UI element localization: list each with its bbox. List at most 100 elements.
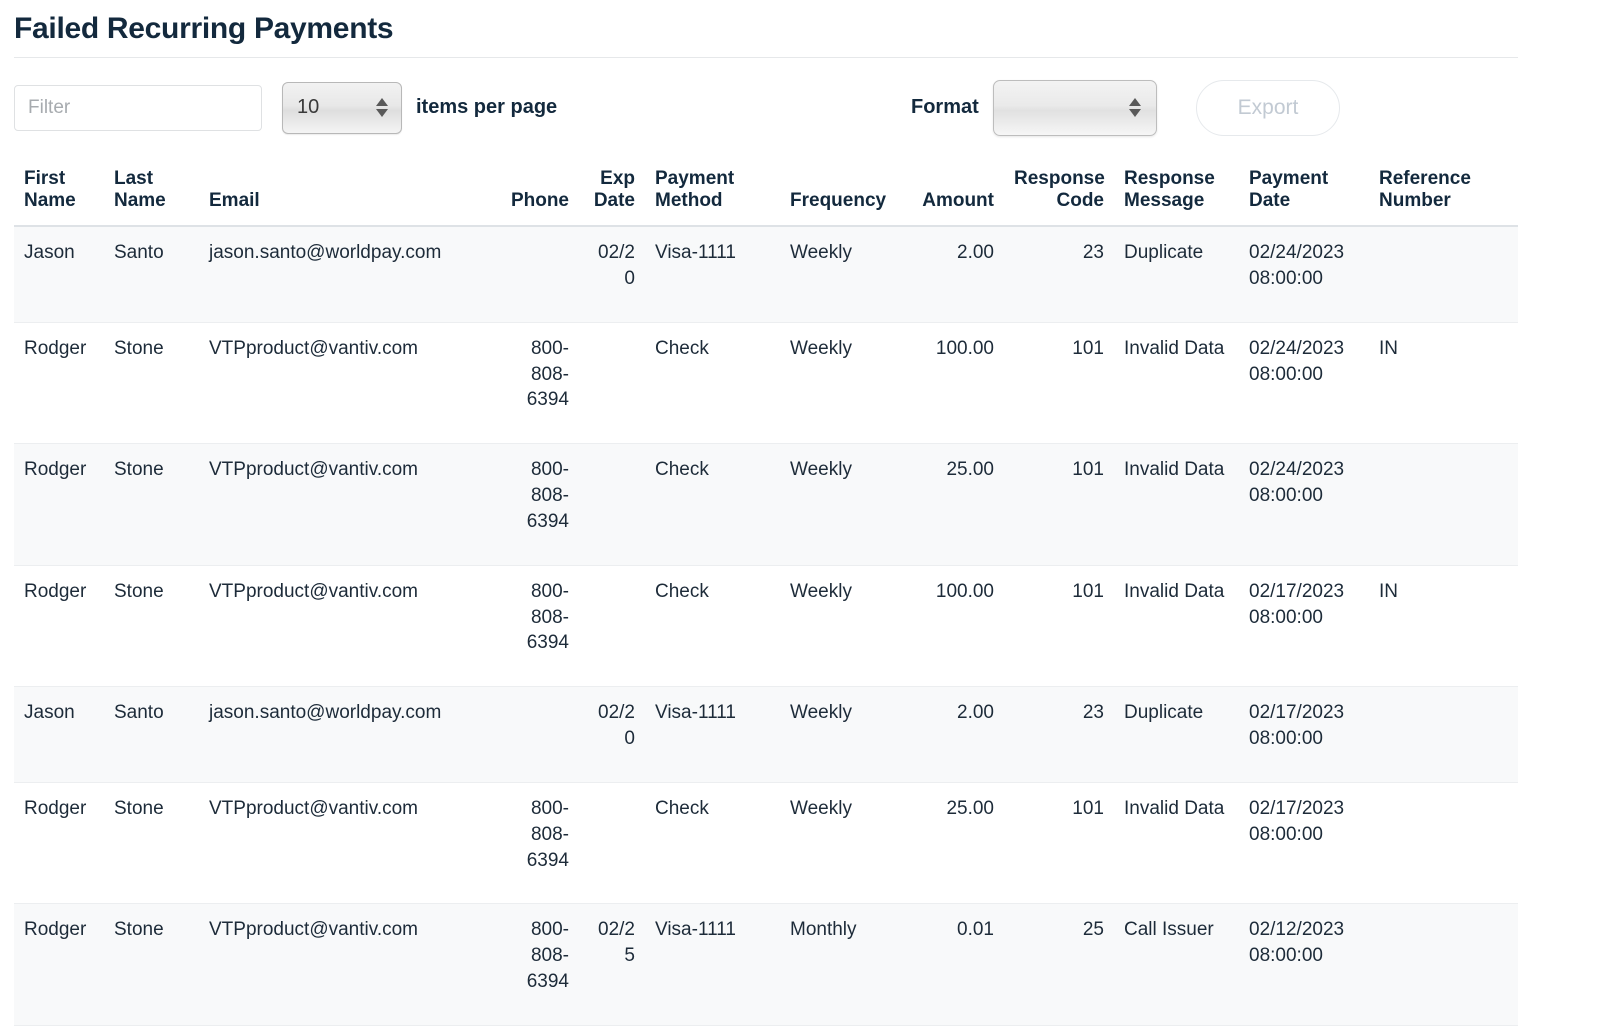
page-container: Failed Recurring Payments items per page… — [0, 0, 1600, 1026]
format-select[interactable] — [992, 79, 1157, 136]
cell-email: VTPproduct@vantiv.com — [199, 903, 484, 1026]
cell-payment_method: Visa-1111 — [645, 226, 780, 323]
cell-reference_number: IN — [1369, 565, 1518, 688]
cell-exp_date — [579, 443, 645, 566]
cell-phone: 800-808-6394 — [484, 565, 579, 688]
filter-input[interactable] — [14, 84, 262, 131]
column-header-last_name[interactable]: Last Name — [104, 157, 199, 228]
cell-reference_number — [1369, 443, 1518, 566]
table-body: Jason Santo jason.santo@worldpay.com 02/20 V… — [14, 226, 1518, 1026]
cell-frequency: Weekly — [780, 322, 900, 445]
column-header-reference_number[interactable]: Reference Number — [1369, 157, 1518, 228]
cell-reference_number — [1369, 903, 1518, 1026]
cell-payment_method: Check — [645, 443, 780, 566]
cell-response_message: Duplicate — [1114, 226, 1239, 323]
cell-exp_date — [579, 322, 645, 445]
column-header-phone[interactable]: Phone — [484, 157, 579, 228]
cell-response_message: Invalid Data — [1114, 782, 1239, 905]
export-button[interactable]: Export — [1196, 79, 1340, 136]
cell-reference_number — [1369, 686, 1518, 783]
cell-exp_date: 02/20 — [579, 686, 645, 783]
cell-frequency: Weekly — [780, 782, 900, 905]
table-row[interactable]: Rodger Stone VTPproduct@vantiv.com 800-808-… — [14, 322, 1518, 445]
cell-exp_date: 02/25 — [579, 903, 645, 1026]
format-select-wrapper[interactable] — [992, 79, 1157, 136]
cell-payment_date: 02/24/2023 08:00:00 — [1239, 322, 1369, 445]
failed-payments-table: First Name Last Name Email Phone Exp Date Pay… — [14, 157, 1518, 1026]
cell-phone: 800-808-6394 — [484, 903, 579, 1026]
table-header: First Name Last Name Email Phone Exp Date Pay… — [14, 157, 1518, 228]
cell-exp_date: 02/20 — [579, 226, 645, 323]
column-header-payment_date[interactable]: Payment Date — [1239, 157, 1369, 228]
cell-exp_date — [579, 565, 645, 688]
cell-amount: 2.00 — [900, 686, 1004, 783]
cell-last_name: Stone — [104, 903, 199, 1026]
table-row[interactable]: Rodger Stone VTPproduct@vantiv.com 800-808-… — [14, 443, 1518, 566]
column-header-response_message[interactable]: Response Message — [1114, 157, 1239, 228]
cell-frequency: Weekly — [780, 565, 900, 688]
cell-response_message: Duplicate — [1114, 686, 1239, 783]
column-header-first_name[interactable]: First Name — [14, 157, 104, 228]
cell-phone: 800-808-6394 — [484, 782, 579, 905]
page-title: Failed Recurring Payments — [14, 12, 394, 45]
cell-amount: 25.00 — [900, 443, 1004, 566]
column-header-exp_date[interactable]: Exp Date — [579, 157, 645, 228]
table-row[interactable]: Jason Santo jason.santo@worldpay.com 02/20 V… — [14, 686, 1518, 783]
table-row[interactable]: Jason Santo jason.santo@worldpay.com 02/20 V… — [14, 226, 1518, 323]
items-per-page-stepper[interactable] — [282, 81, 402, 134]
cell-last_name: Stone — [104, 565, 199, 688]
cell-response_message: Invalid Data — [1114, 565, 1239, 688]
cell-exp_date — [579, 782, 645, 905]
cell-payment_date: 02/17/2023 08:00:00 — [1239, 565, 1369, 688]
cell-payment_method: Visa-1111 — [645, 686, 780, 783]
cell-payment_method: Check — [645, 782, 780, 905]
cell-frequency: Weekly — [780, 686, 900, 783]
items-per-page-input[interactable] — [282, 81, 402, 134]
cell-response_message: Invalid Data — [1114, 322, 1239, 445]
cell-email: jason.santo@worldpay.com — [199, 686, 484, 783]
cell-phone: 800-808-6394 — [484, 322, 579, 445]
cell-first_name: Jason — [14, 226, 104, 323]
cell-response_code: 101 — [1004, 322, 1114, 445]
column-header-response_code[interactable]: Response Code — [1004, 157, 1114, 228]
cell-last_name: Stone — [104, 443, 199, 566]
cell-amount: 2.00 — [900, 226, 1004, 323]
table-row[interactable]: Rodger Stone VTPproduct@vantiv.com 800-808-… — [14, 565, 1518, 688]
cell-payment_method: Check — [645, 565, 780, 688]
cell-response_code: 23 — [1004, 686, 1114, 783]
cell-response_code: 101 — [1004, 782, 1114, 905]
cell-first_name: Rodger — [14, 443, 104, 566]
column-header-frequency[interactable]: Frequency — [780, 157, 900, 228]
cell-first_name: Rodger — [14, 782, 104, 905]
table-row[interactable]: Rodger Stone VTPproduct@vantiv.com 800-808-… — [14, 903, 1518, 1026]
cell-email: VTPproduct@vantiv.com — [199, 322, 484, 445]
cell-phone: 800-808-6394 — [484, 443, 579, 566]
cell-frequency: Monthly — [780, 903, 900, 1026]
cell-payment_date: 02/24/2023 08:00:00 — [1239, 443, 1369, 566]
column-header-email[interactable]: Email — [199, 157, 484, 228]
cell-payment_date: 02/12/2023 08:00:00 — [1239, 903, 1369, 1026]
cell-reference_number — [1369, 782, 1518, 905]
cell-last_name: Santo — [104, 226, 199, 323]
cell-payment_date: 02/17/2023 08:00:00 — [1239, 782, 1369, 905]
cell-response_code: 23 — [1004, 226, 1114, 323]
cell-phone — [484, 686, 579, 783]
format-label: Format — [911, 96, 979, 118]
cell-payment_date: 02/24/2023 08:00:00 — [1239, 226, 1369, 323]
cell-amount: 100.00 — [900, 565, 1004, 688]
cell-email: jason.santo@worldpay.com — [199, 226, 484, 323]
column-header-payment_method[interactable]: Payment Method — [645, 157, 780, 228]
cell-last_name: Stone — [104, 782, 199, 905]
cell-amount: 25.00 — [900, 782, 1004, 905]
cell-first_name: Jason — [14, 686, 104, 783]
format-group: Format — [911, 79, 1157, 136]
cell-amount: 100.00 — [900, 322, 1004, 445]
cell-phone — [484, 226, 579, 323]
items-per-page-label: items per page — [416, 96, 558, 118]
table-row[interactable]: Rodger Stone VTPproduct@vantiv.com 800-808-… — [14, 782, 1518, 905]
cell-payment_date: 02/17/2023 08:00:00 — [1239, 686, 1369, 783]
cell-reference_number — [1369, 226, 1518, 323]
column-header-amount[interactable]: Amount — [900, 157, 1004, 228]
cell-response_code: 101 — [1004, 565, 1114, 688]
cell-reference_number: IN — [1369, 322, 1518, 445]
